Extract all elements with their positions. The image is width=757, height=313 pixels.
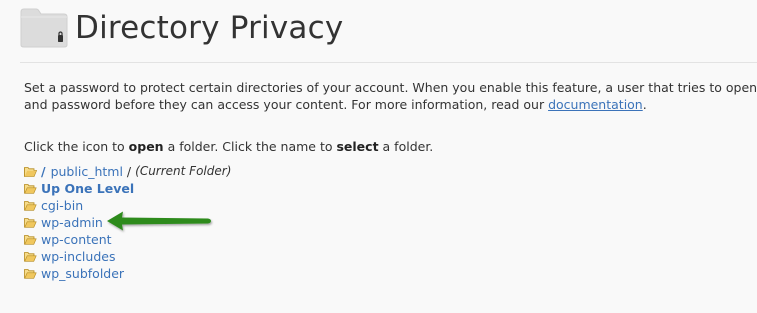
folder-icon[interactable] (24, 200, 37, 212)
header-divider (20, 62, 757, 63)
folder-row-wp-includes: wp-includes (24, 248, 231, 265)
instructions-part-1: Click the icon to (24, 139, 129, 154)
folder-icon[interactable] (24, 183, 37, 195)
page-header: Directory Privacy (20, 6, 343, 50)
current-path-row: / public_html / (Current Folder) (24, 163, 231, 180)
open-folder-icon[interactable] (24, 166, 37, 178)
current-folder-label: (Current Folder) (135, 164, 232, 178)
instructions-part-3: a folder. (378, 139, 434, 154)
description-line-1: Set a password to protect certain direct… (24, 80, 757, 95)
up-one-level-row: Up One Level (24, 180, 231, 197)
folder-link-wp-content[interactable]: wp-content (41, 231, 112, 248)
folder-icon[interactable] (24, 234, 37, 246)
folder-icon[interactable] (24, 217, 37, 229)
instructions-text: Click the icon to open a folder. Click t… (24, 138, 433, 155)
folder-link-wp-includes[interactable]: wp-includes (41, 248, 115, 265)
description-line-2: and password before they can access your… (24, 96, 757, 113)
description-text: Set a password to protect certain direct… (24, 79, 757, 113)
folder-link-wp-subfolder[interactable]: wp_subfolder (41, 265, 124, 282)
instructions-open-word: open (128, 139, 164, 154)
page-title: Directory Privacy (75, 10, 344, 46)
folder-lock-icon (20, 8, 68, 48)
description-line-2-text: and password before they can access your… (24, 97, 549, 112)
folder-icon[interactable] (24, 268, 37, 280)
folder-link-wp-admin[interactable]: wp-admin (41, 214, 103, 231)
instructions-select-word: select (336, 139, 379, 154)
path-root-link[interactable]: / (41, 163, 46, 180)
path-separator: / (126, 164, 132, 179)
description-line-2-suffix: . (642, 97, 647, 112)
instructions-part-2: a folder. Click the name to (163, 139, 337, 154)
folder-row-wp-subfolder: wp_subfolder (24, 265, 231, 282)
path-public-html-link[interactable]: public_html (51, 163, 123, 180)
green-arrow-icon (107, 211, 211, 231)
up-one-level-link[interactable]: Up One Level (41, 180, 134, 197)
folder-icon[interactable] (24, 251, 37, 263)
documentation-link[interactable]: documentation (548, 97, 643, 112)
folder-link-cgi-bin[interactable]: cgi-bin (41, 197, 83, 214)
